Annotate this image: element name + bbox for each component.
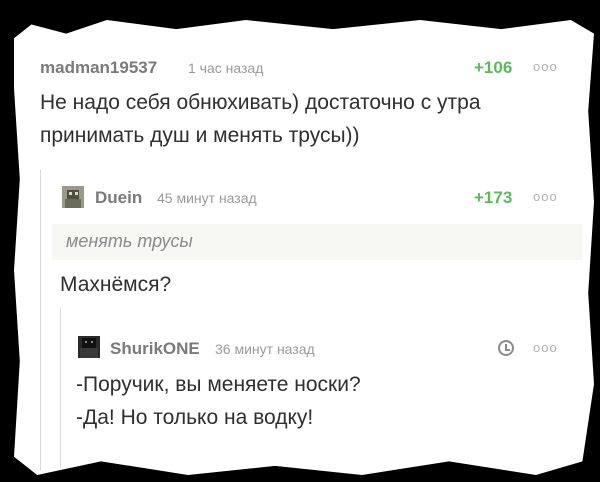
avatar[interactable] [62, 186, 84, 208]
comment-rating: +106 [474, 58, 513, 77]
clock-icon [498, 340, 514, 356]
more-options-icon[interactable]: ooo [533, 189, 558, 204]
comment-text-line: Махнёмся? [60, 273, 172, 296]
comment-text-line: Не надо себя обнюхивать) достаточно с ут… [40, 91, 481, 114]
more-options-icon[interactable]: ooo [533, 340, 558, 355]
thread-line [40, 170, 41, 470]
comment-timestamp: 45 минут назад [157, 190, 257, 206]
comment-text-line: принимать душ и менять трусы)) [40, 124, 360, 147]
comment-timestamp: 1 час назад [188, 60, 264, 76]
quote-block: менять трусы [52, 224, 582, 260]
comment-rating: +173 [474, 188, 513, 207]
comment-text-line: -Поручик, вы меняете носки? [76, 373, 361, 396]
comment-username[interactable]: ShurikONE [110, 339, 200, 359]
comment-timestamp: 36 минут назад [215, 341, 315, 357]
comment-text-line: -Да! Но только на водку! [76, 406, 314, 429]
comment-username[interactable]: Duein [95, 188, 142, 208]
comment-username[interactable]: madman19537 [40, 58, 157, 78]
quote-text: менять трусы [66, 231, 193, 251]
avatar[interactable] [78, 336, 100, 358]
thread-line [60, 308, 61, 468]
more-options-icon[interactable]: ooo [533, 59, 558, 74]
